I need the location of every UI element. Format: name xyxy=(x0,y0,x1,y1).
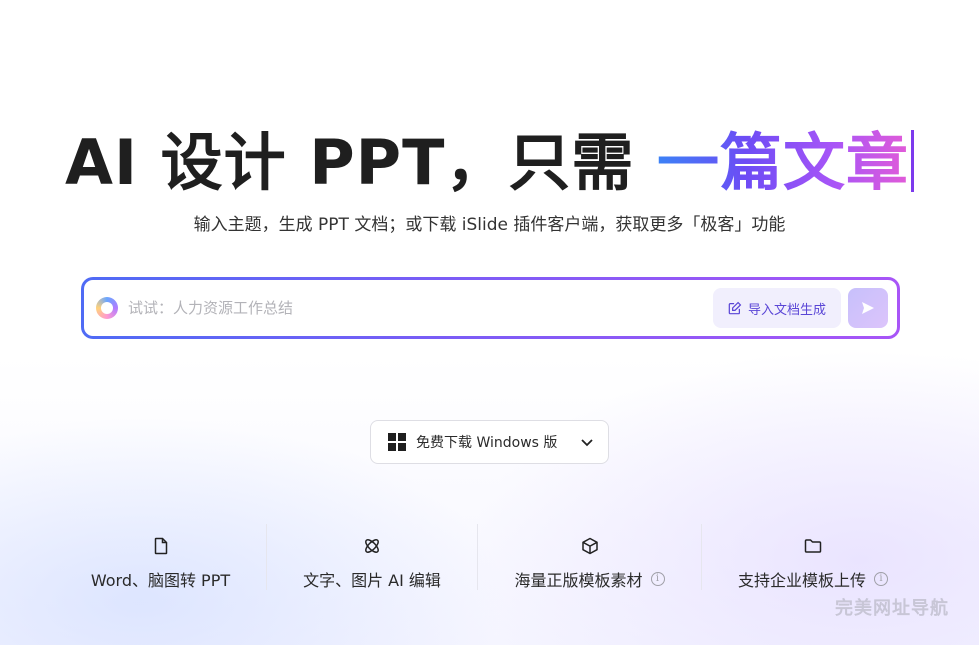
prompt-box-inner: 导入文档生成 xyxy=(84,280,897,336)
feature-ai-edit: 文字、图片 AI 编辑 xyxy=(267,524,477,592)
info-icon[interactable]: i xyxy=(874,572,888,586)
hero-subtitle: 输入主题，生成 PPT 文档；或下载 iSlide 插件客户端，获取更多「极客」… xyxy=(193,215,786,235)
feature-label: 海量正版模板素材 xyxy=(514,571,643,590)
feature-word-to-ppt: Word、脑图转 PPT xyxy=(55,524,266,592)
feature-label: 支持企业模板上传 xyxy=(737,571,866,590)
feature-label: Word、脑图转 PPT xyxy=(90,571,231,590)
feature-enterprise-upload: 支持企业模板上传 i xyxy=(702,524,924,592)
chevron-down-icon[interactable] xyxy=(579,434,595,450)
prompt-box: 导入文档生成 xyxy=(81,277,900,339)
import-document-button[interactable]: 导入文档生成 xyxy=(713,288,841,328)
feature-templates: 海量正版模板素材 i xyxy=(478,524,701,592)
hero-title-plain: AI 设计 PPT，只需 xyxy=(65,126,657,199)
import-document-label: 导入文档生成 xyxy=(747,302,826,318)
ai-logo-icon xyxy=(96,297,118,319)
atom-icon xyxy=(365,539,379,553)
feature-list: Word、脑图转 PPT 文字、图片 AI 编辑 海量正版模板素材 i 支持企业… xyxy=(55,524,925,592)
folder-icon xyxy=(804,539,822,553)
prompt-input[interactable] xyxy=(128,294,708,322)
download-label: 免费下载 Windows 版 xyxy=(416,435,558,451)
typing-caret xyxy=(911,130,914,192)
windows-icon xyxy=(388,433,406,451)
feature-label: 文字、图片 AI 编辑 xyxy=(303,571,441,590)
hero-title: AI 设计 PPT，只需 一篇文章 xyxy=(0,112,979,202)
edit-document-icon xyxy=(728,301,742,315)
send-button[interactable] xyxy=(848,288,888,328)
send-icon xyxy=(862,302,874,314)
file-icon xyxy=(154,537,167,555)
cube-icon xyxy=(581,537,598,555)
hero-title-highlight: 一篇文章 xyxy=(656,126,909,199)
download-windows-button[interactable]: 免费下载 Windows 版 xyxy=(370,420,609,464)
watermark: 完美网址导航 xyxy=(835,598,949,619)
info-icon[interactable]: i xyxy=(650,572,665,586)
